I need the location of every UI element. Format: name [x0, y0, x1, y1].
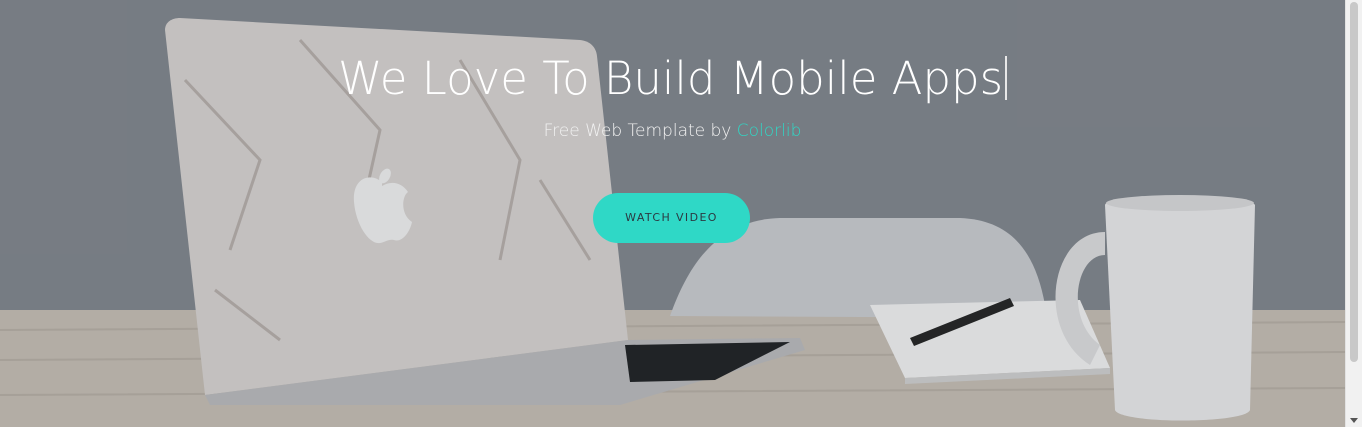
hero-title-text: We Love To Build Mobile Apps — [337, 52, 1004, 105]
scrollbar-thumb[interactable] — [1350, 2, 1358, 362]
watch-video-button[interactable]: WATCH VIDEO — [593, 193, 750, 243]
page-scrollbar[interactable] — [1345, 0, 1362, 427]
hero-section: We Love To Build Mobile Apps Free Web Te… — [0, 0, 1345, 427]
hero-title: We Love To Build Mobile Apps — [0, 52, 1345, 105]
typing-caret — [1005, 56, 1008, 100]
chevron-down-icon[interactable] — [1350, 418, 1358, 423]
hero-subtitle: Free Web Template by Colorlib — [0, 121, 1345, 141]
colorlib-link[interactable]: Colorlib — [737, 121, 802, 141]
hero-subtitle-text: Free Web Template by — [543, 121, 737, 141]
